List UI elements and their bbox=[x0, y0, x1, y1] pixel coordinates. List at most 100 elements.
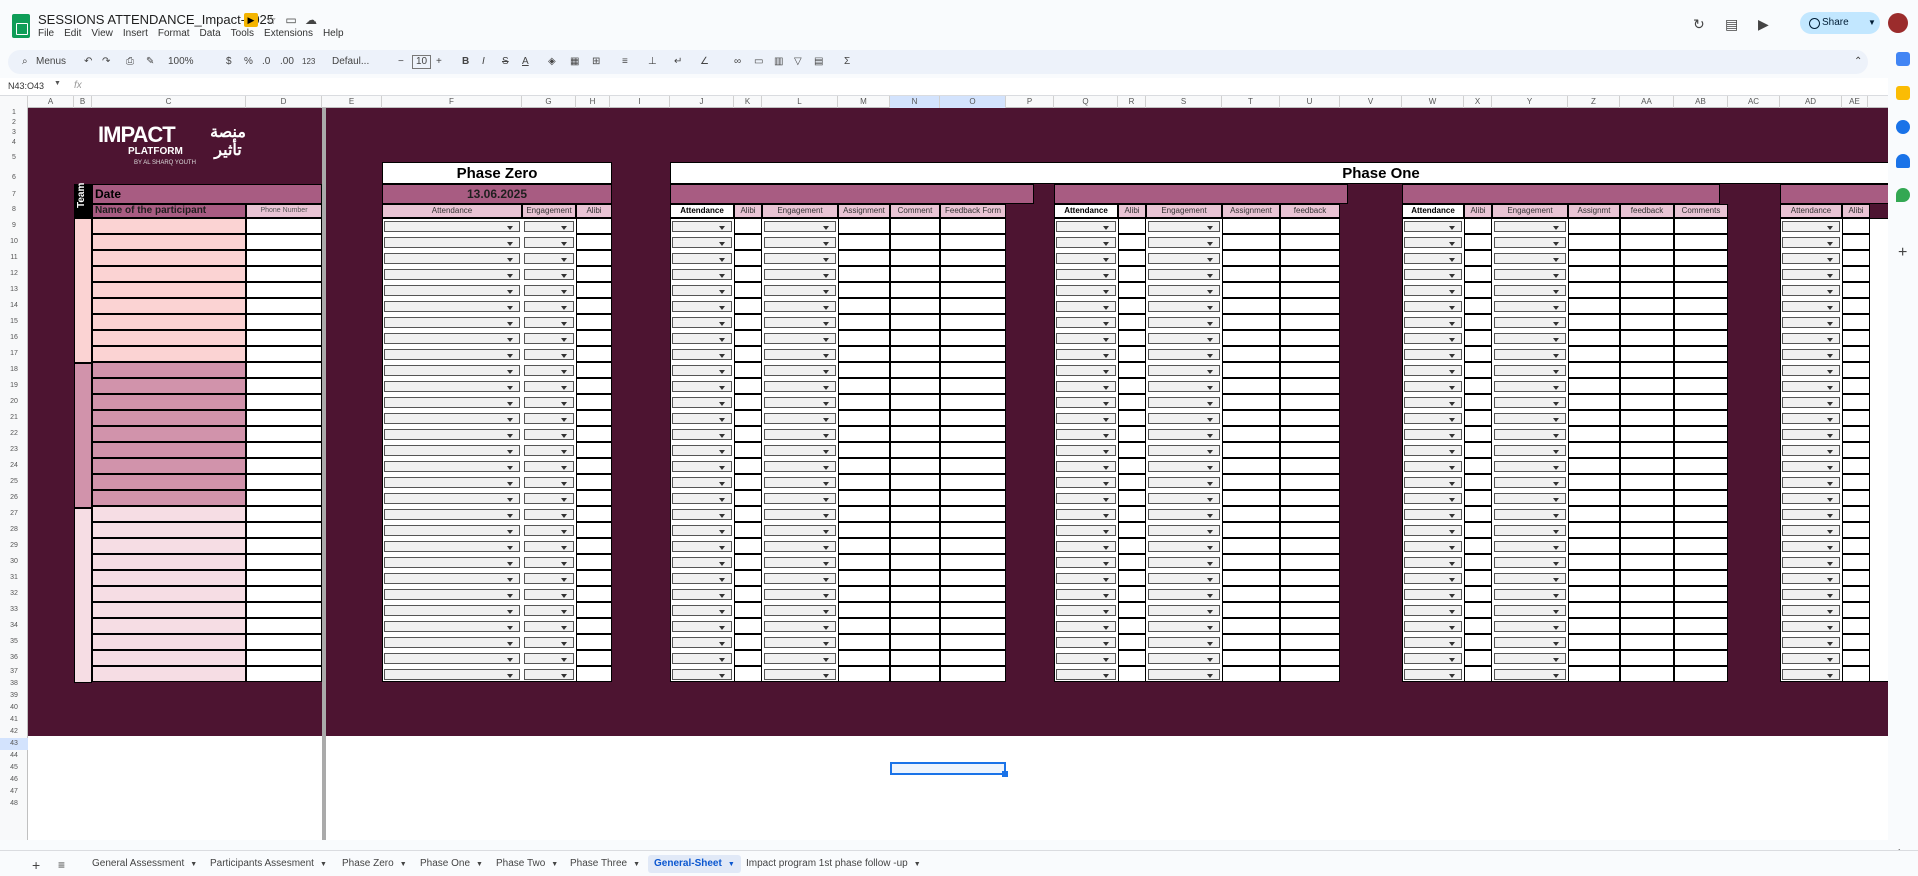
row-header[interactable]: 27 bbox=[0, 506, 28, 522]
dropdown-cell[interactable] bbox=[1148, 397, 1220, 408]
filter-icon[interactable]: ▽ bbox=[794, 54, 802, 70]
dropdown-cell[interactable] bbox=[1404, 621, 1462, 632]
dropdown-cell[interactable] bbox=[1782, 317, 1840, 328]
data-cell[interactable] bbox=[890, 394, 940, 410]
data-cell[interactable] bbox=[890, 666, 940, 682]
data-cell[interactable] bbox=[1464, 650, 1492, 666]
dropdown-cell[interactable] bbox=[384, 621, 520, 632]
dropdown-cell[interactable] bbox=[1404, 253, 1462, 264]
drive-badge-icon[interactable]: ▶ bbox=[244, 13, 258, 27]
data-cell[interactable] bbox=[1280, 506, 1340, 522]
dropdown-cell[interactable] bbox=[524, 301, 574, 312]
data-cell[interactable] bbox=[1674, 618, 1728, 634]
dropdown-cell[interactable] bbox=[1404, 429, 1462, 440]
data-cell[interactable] bbox=[1464, 314, 1492, 330]
data-cell[interactable] bbox=[734, 266, 762, 282]
row-header[interactable]: 5 bbox=[0, 148, 28, 168]
dropdown-cell[interactable] bbox=[764, 589, 836, 600]
data-cell[interactable] bbox=[940, 522, 1006, 538]
data-cell[interactable] bbox=[1280, 522, 1340, 538]
dropdown-cell[interactable] bbox=[384, 253, 520, 264]
dropdown-cell[interactable] bbox=[1056, 221, 1116, 232]
dropdown-cell[interactable] bbox=[672, 461, 732, 472]
data-cell[interactable] bbox=[838, 378, 890, 394]
data-cell[interactable] bbox=[1464, 378, 1492, 394]
data-cell[interactable] bbox=[1568, 570, 1620, 586]
data-cell[interactable] bbox=[1222, 474, 1280, 490]
dropdown-cell[interactable] bbox=[764, 541, 836, 552]
column-header[interactable]: F bbox=[382, 96, 522, 108]
data-cell[interactable] bbox=[576, 634, 612, 650]
data-cell[interactable] bbox=[890, 490, 940, 506]
data-cell[interactable] bbox=[1118, 234, 1146, 250]
data-cell[interactable] bbox=[838, 442, 890, 458]
dropdown-cell[interactable] bbox=[524, 653, 574, 664]
dropdown-cell[interactable] bbox=[1148, 429, 1220, 440]
dropdown-cell[interactable] bbox=[764, 365, 836, 376]
data-cell[interactable] bbox=[1280, 442, 1340, 458]
row-header[interactable]: 33 bbox=[0, 602, 28, 618]
data-cell[interactable] bbox=[890, 410, 940, 426]
add-sheet-icon[interactable]: + bbox=[32, 857, 40, 873]
data-cell[interactable] bbox=[1280, 266, 1340, 282]
row-header[interactable]: 7 bbox=[0, 188, 28, 202]
dropdown-cell[interactable] bbox=[672, 413, 732, 424]
data-cell[interactable] bbox=[1620, 266, 1674, 282]
data-cell[interactable] bbox=[890, 506, 940, 522]
filter-views-icon[interactable]: ▤ bbox=[814, 54, 823, 70]
data-cell[interactable] bbox=[1842, 474, 1870, 490]
participant-name-cell[interactable] bbox=[92, 330, 246, 346]
data-cell[interactable] bbox=[1842, 378, 1870, 394]
dropdown-cell[interactable] bbox=[764, 637, 836, 648]
data-cell[interactable] bbox=[890, 314, 940, 330]
dropdown-cell[interactable] bbox=[524, 525, 574, 536]
data-cell[interactable] bbox=[1568, 282, 1620, 298]
strikethrough-icon[interactable]: S bbox=[502, 54, 509, 70]
data-cell[interactable] bbox=[1222, 634, 1280, 650]
data-cell[interactable] bbox=[1568, 458, 1620, 474]
data-cell[interactable] bbox=[1674, 474, 1728, 490]
data-cell[interactable] bbox=[1464, 250, 1492, 266]
data-cell[interactable] bbox=[576, 650, 612, 666]
data-cell[interactable] bbox=[1568, 218, 1620, 234]
row-header[interactable]: 14 bbox=[0, 298, 28, 314]
data-cell[interactable] bbox=[838, 298, 890, 314]
data-cell[interactable] bbox=[1464, 570, 1492, 586]
tab-participants-assesment[interactable]: Participants Assesment ▼ bbox=[204, 855, 333, 873]
phone-cell[interactable] bbox=[246, 618, 322, 634]
data-cell[interactable] bbox=[1118, 426, 1146, 442]
data-cell[interactable] bbox=[1620, 474, 1674, 490]
dropdown-cell[interactable] bbox=[384, 429, 520, 440]
row-header[interactable]: 21 bbox=[0, 410, 28, 426]
dropdown-cell[interactable] bbox=[1404, 541, 1462, 552]
dropdown-cell[interactable] bbox=[1494, 317, 1566, 328]
dropdown-cell[interactable] bbox=[524, 237, 574, 248]
data-cell[interactable] bbox=[940, 266, 1006, 282]
p1a-attendance-header[interactable]: Attendance bbox=[670, 204, 734, 218]
participant-name-cell[interactable] bbox=[92, 650, 246, 666]
phase-zero-date[interactable]: 13.06.2025 bbox=[382, 184, 612, 204]
dropdown-cell[interactable] bbox=[1494, 477, 1566, 488]
data-cell[interactable] bbox=[940, 650, 1006, 666]
data-cell[interactable] bbox=[940, 394, 1006, 410]
row-header[interactable]: 31 bbox=[0, 570, 28, 586]
row-header[interactable]: 2 bbox=[0, 118, 28, 128]
dropdown-cell[interactable] bbox=[1148, 509, 1220, 520]
text-rotation-icon[interactable]: ∠ bbox=[700, 54, 709, 70]
data-cell[interactable] bbox=[576, 330, 612, 346]
data-cell[interactable] bbox=[1118, 330, 1146, 346]
data-cell[interactable] bbox=[1674, 314, 1728, 330]
data-cell[interactable] bbox=[1464, 618, 1492, 634]
p1-session4-date[interactable] bbox=[1780, 184, 1888, 204]
data-cell[interactable] bbox=[1620, 346, 1674, 362]
data-cell[interactable] bbox=[734, 490, 762, 506]
data-cell[interactable] bbox=[1222, 650, 1280, 666]
dropdown-cell[interactable] bbox=[384, 477, 520, 488]
data-cell[interactable] bbox=[890, 474, 940, 490]
data-cell[interactable] bbox=[1118, 650, 1146, 666]
dropdown-cell[interactable] bbox=[1148, 317, 1220, 328]
data-cell[interactable] bbox=[890, 362, 940, 378]
dropdown-cell[interactable] bbox=[1404, 589, 1462, 600]
data-cell[interactable] bbox=[576, 426, 612, 442]
dropdown-cell[interactable] bbox=[524, 253, 574, 264]
